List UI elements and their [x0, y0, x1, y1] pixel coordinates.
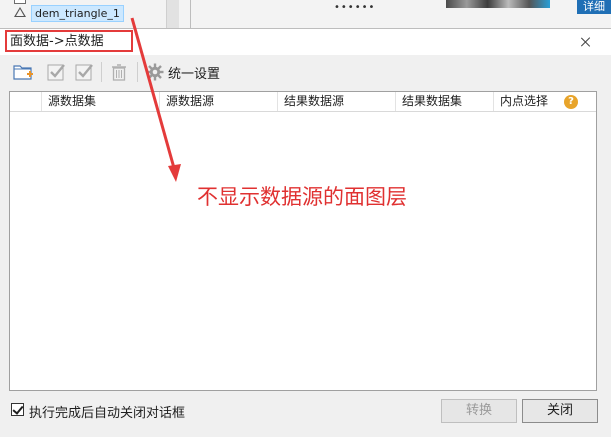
dialog-title-bar: 面数据->点数据	[0, 29, 611, 55]
tree-item-label[interactable]: dem_triangle_1	[31, 5, 124, 22]
table-header-inner-point[interactable]: 内点选择	[494, 92, 596, 111]
table-header-source-datasource[interactable]: 源数据源	[160, 92, 278, 111]
invert-selection-icon[interactable]	[73, 61, 95, 83]
add-folder-icon[interactable]	[12, 61, 34, 83]
select-all-icon[interactable]	[45, 61, 67, 83]
table-header: 源数据集 源数据源 结果数据源 结果数据集 内点选择 ?	[10, 92, 596, 112]
unified-settings-label: 统一设置	[168, 66, 221, 82]
unified-settings-button[interactable]: 统一设置	[146, 61, 220, 83]
tree-scrollbar[interactable]	[166, 0, 179, 28]
help-icon[interactable]: ?	[564, 95, 578, 109]
map-thumbnail	[446, 0, 550, 8]
tree-row-dem-triangle[interactable]: dem_triangle_1	[0, 4, 160, 22]
table-header-result-dataset[interactable]: 结果数据集	[396, 92, 494, 111]
close-button[interactable]: 关闭	[522, 399, 598, 423]
title-highlight-box	[5, 30, 133, 52]
table-header-source-dataset[interactable]: 源数据集	[42, 92, 160, 111]
masked-text: ••••••	[334, 2, 376, 13]
region-to-point-dialog: 面数据->点数据 统一设置 源数据集 源数据源 结果数据源 结果数据集 内点选择…	[0, 28, 611, 437]
table-header-select[interactable]	[10, 92, 42, 111]
delete-icon[interactable]	[108, 61, 130, 83]
table-header-result-datasource[interactable]: 结果数据源	[278, 92, 396, 111]
toolbar-separator	[137, 62, 138, 82]
details-button[interactable]: 详细	[577, 0, 611, 14]
dialog-toolbar: 统一设置	[8, 58, 603, 86]
dataset-table[interactable]: 源数据集 源数据源 结果数据源 结果数据集 内点选择 ?	[9, 91, 597, 391]
annotation-text: 不显示数据源的面图层	[197, 185, 407, 209]
background-app-strip: dem_triangle_1 •••••• 详细	[0, 0, 611, 28]
auto-close-checkbox[interactable]	[11, 403, 24, 416]
auto-close-label: 执行完成后自动关闭对话框	[29, 406, 186, 421]
triangle-dataset-icon	[14, 7, 26, 17]
convert-button[interactable]: 转换	[441, 399, 517, 423]
close-icon[interactable]	[575, 31, 597, 53]
gear-icon	[146, 63, 164, 81]
toolbar-separator	[101, 62, 102, 82]
panel-divider	[190, 0, 191, 28]
